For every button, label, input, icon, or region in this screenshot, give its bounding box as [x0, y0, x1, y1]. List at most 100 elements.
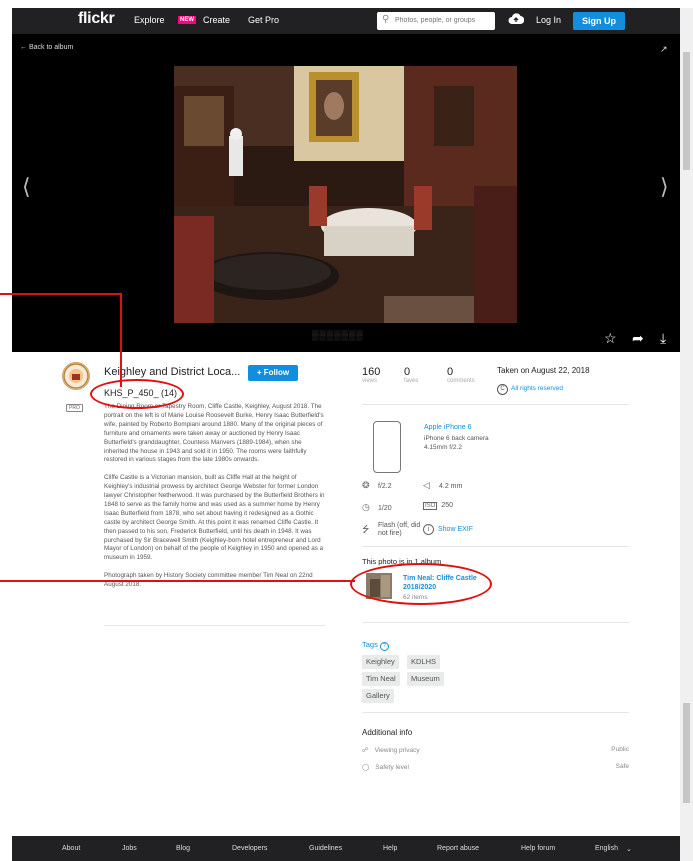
footer-link[interactable]: Help	[383, 845, 397, 852]
tags-header: Tags ?	[362, 640, 389, 651]
divider	[362, 404, 629, 405]
annotation-line	[0, 580, 355, 582]
footer-link[interactable]: Blog	[176, 845, 190, 852]
faves-stat: 0 faves	[404, 366, 418, 384]
exif-iso: ISO 250	[423, 502, 453, 510]
language-selector[interactable]: English	[595, 845, 618, 852]
safety-level-value: Safe	[615, 763, 629, 770]
annotation-line	[0, 293, 122, 295]
follow-button[interactable]: + Follow	[248, 365, 298, 381]
focal-length-value: 4.2 mm	[439, 483, 463, 490]
previous-photo-arrow[interactable]: ⟨	[22, 174, 31, 200]
next-photo-arrow[interactable]: ⟩	[660, 174, 669, 200]
search-input[interactable]	[395, 14, 491, 26]
show-exif-link[interactable]: i Show EXIF	[423, 524, 473, 535]
additional-info-header: Additional info	[362, 728, 413, 737]
focal-length-icon: ◁	[423, 480, 430, 490]
safety-check-icon: ◯	[362, 764, 370, 771]
back-to-album-link[interactable]: ← Back to album	[20, 44, 73, 51]
iso-value: 250	[441, 502, 454, 509]
search-icon: ⚲	[382, 14, 390, 25]
comments-label: comments	[447, 378, 475, 384]
new-badge: NEW	[178, 16, 196, 24]
nav-explore[interactable]: Explore	[134, 15, 165, 25]
iso-icon: ISO	[423, 502, 438, 510]
safety-level-row: ◯ Safety level Safe	[362, 763, 629, 771]
aperture-value: f/2.2	[378, 483, 392, 490]
tag-item[interactable]: KDLHS	[407, 655, 441, 669]
views-count: 160	[362, 366, 381, 378]
annotation-line	[120, 293, 122, 387]
top-nav: flickr Explore NEW Create Get Pro ⚲ Log …	[12, 8, 680, 34]
exif-flash: ⭍ Flash (off, did not fire)	[362, 522, 422, 538]
exif-focal-length: ◁ 4.2 mm	[423, 480, 462, 491]
footer-link[interactable]: About	[62, 845, 80, 852]
camera-detail: iPhone 6 back camera 4.15mm f/2.2	[424, 435, 489, 451]
exif-aperture: ❂ f/2.2	[362, 480, 392, 491]
divider	[362, 546, 629, 547]
license-label[interactable]: All rights reserved	[511, 385, 563, 392]
tag-item[interactable]: Gallery	[362, 689, 394, 703]
avatar[interactable]	[62, 362, 90, 390]
footer-link[interactable]: Jobs	[122, 845, 137, 852]
photo-watermark: ▒▒▒▒▒▒▒	[312, 330, 364, 340]
viewing-privacy-label: Viewing privacy	[374, 747, 420, 754]
nav-create[interactable]: Create	[203, 15, 230, 25]
photo-description: The Dining Room or Tapestry Room, Cliffe…	[104, 403, 326, 599]
annotation-ellipse	[90, 379, 184, 409]
footer: About Jobs Blog Developers Guidelines He…	[12, 836, 680, 861]
faves-count: 0	[404, 366, 411, 378]
aperture-icon: ❂	[362, 480, 370, 490]
footer-link[interactable]: Help forum	[521, 845, 555, 852]
viewing-privacy-row: ☍ Viewing privacy Public	[362, 746, 629, 754]
comments-count: 0	[447, 366, 454, 378]
nav-get-pro[interactable]: Get Pro	[248, 15, 279, 25]
flickr-logo[interactable]: flickr	[78, 10, 115, 28]
scrollbar-thumb[interactable]	[683, 52, 690, 170]
views-label: views	[362, 378, 378, 384]
flash-icon: ⭍	[362, 524, 370, 534]
license-link[interactable]: C All rights reserved	[497, 384, 563, 395]
chevron-down-icon[interactable]: ⌄	[626, 845, 632, 853]
show-exif-label[interactable]: Show EXIF	[438, 526, 473, 533]
tag-item[interactable]: Tim Neal	[362, 672, 400, 686]
star-icon[interactable]: ☆	[604, 330, 617, 347]
login-link[interactable]: Log In	[536, 15, 561, 25]
divider	[362, 622, 629, 623]
faves-label: faves	[404, 378, 419, 384]
expand-icon[interactable]: ↗	[660, 44, 668, 55]
annotation-ellipse	[350, 563, 492, 605]
lock-icon: ☍	[362, 747, 369, 754]
description-paragraph: Cliffe Castle is a Victorian mansion, bu…	[104, 474, 325, 562]
photo-stage: ← Back to album ↗ ⟨ ⟩ ▒▒▒▒▒▒▒ ☆ ➦ ⤓	[12, 34, 680, 352]
tag-item[interactable]: Keighley	[362, 655, 399, 669]
copyright-icon: C	[497, 384, 508, 395]
share-icon[interactable]: ➦	[632, 330, 644, 347]
download-icon[interactable]: ⤓	[660, 330, 666, 347]
footer-link[interactable]: Report abuse	[437, 845, 479, 852]
upload-cloud-icon[interactable]	[508, 12, 524, 26]
main-photo[interactable]	[174, 66, 517, 323]
divider	[104, 625, 326, 626]
taken-on-date: Taken on August 22, 2018	[497, 366, 590, 375]
info-icon: i	[423, 524, 434, 535]
footer-link[interactable]: Guidelines	[309, 845, 342, 852]
phone-camera-icon	[373, 421, 401, 473]
signup-button[interactable]: Sign Up	[573, 12, 625, 30]
footer-link[interactable]: Developers	[232, 845, 267, 852]
tags-label: Tags	[362, 640, 378, 649]
safety-level-label: Safety level	[375, 764, 409, 771]
search-box[interactable]: ⚲	[377, 12, 495, 30]
shutter-icon: ◷	[362, 502, 370, 512]
camera-name-link[interactable]: Apple iPhone 6	[424, 424, 471, 431]
divider	[362, 712, 629, 713]
shutter-value: 1/20	[378, 505, 392, 512]
help-icon[interactable]: ?	[379, 642, 389, 651]
pro-badge: PRO	[66, 404, 83, 412]
tag-item[interactable]: Museum	[407, 672, 444, 686]
comments-stat: 0 comments	[447, 366, 475, 384]
page-scrollbar-thumb[interactable]	[683, 703, 690, 803]
description-paragraph: The Dining Room or Tapestry Room, Cliffe…	[104, 403, 324, 464]
views-stat: 160 views	[362, 366, 380, 384]
owner-name[interactable]: Keighley and District Loca...	[104, 366, 244, 378]
